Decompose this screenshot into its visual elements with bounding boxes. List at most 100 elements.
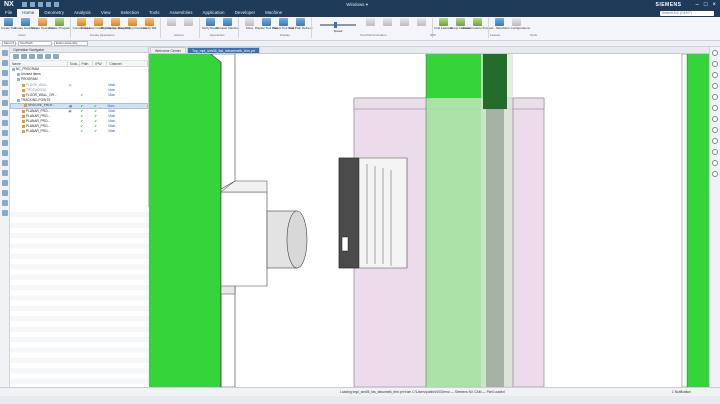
roles-icon[interactable] (1, 100, 8, 106)
speed-slider[interactable]: Speed (318, 20, 358, 33)
render-style-icon[interactable] (712, 105, 718, 111)
column-header-4[interactable]: Channel (107, 61, 148, 66)
view-pan-icon[interactable] (712, 83, 718, 89)
geometry-icon[interactable] (1, 180, 8, 186)
redo-icon[interactable] (37, 2, 43, 7)
layer-icon[interactable] (1, 200, 8, 206)
history-icon[interactable] (1, 90, 8, 96)
machine-icon[interactable] (1, 80, 8, 86)
maximize-icon[interactable]: □ (704, 2, 708, 8)
ribbon-icon-19 (400, 18, 409, 26)
tab-assemblies[interactable]: Assemblies (165, 9, 198, 17)
view-fit-icon[interactable] (712, 50, 718, 56)
tool-view-icon[interactable] (21, 54, 27, 59)
undo-icon[interactable] (29, 2, 35, 7)
feature-icon[interactable] (1, 190, 8, 196)
tab-application[interactable]: Application (198, 9, 230, 17)
settings-icon[interactable] (712, 171, 718, 177)
document-tab[interactable]: Welcome Center (150, 47, 187, 53)
ribbon-icon-21 (439, 18, 448, 26)
type-filter[interactable]: Tool Path (18, 41, 52, 46)
ribbon-icon-15 (279, 18, 288, 26)
view-orient-icon[interactable] (712, 94, 718, 100)
ribbon-button-20[interactable] (414, 18, 429, 27)
ribbon-label: More Configurations (503, 26, 531, 30)
lighting-icon[interactable] (712, 127, 718, 133)
ipw-icon[interactable] (1, 150, 8, 156)
navigator-empty-rows (10, 207, 149, 393)
snap-icon[interactable] (712, 160, 718, 166)
save-icon[interactable] (21, 2, 27, 7)
ribbon-button-9[interactable] (164, 18, 179, 27)
ribbon-icon-7 (128, 18, 137, 26)
search-input[interactable]: Search NX (Ctrl+F) (660, 10, 714, 16)
tab-tools[interactable]: Tools (144, 9, 165, 17)
copy-icon[interactable] (53, 2, 59, 7)
view-zoom-icon[interactable] (712, 61, 718, 67)
measure-icon[interactable] (712, 149, 718, 155)
green-part-core (426, 54, 486, 387)
ribbon-button-10[interactable] (181, 18, 196, 27)
column-header-0[interactable]: Name (10, 61, 68, 66)
ribbon-button-16[interactable]: Tool Path Refresh (289, 18, 312, 30)
method-icon[interactable] (1, 170, 8, 176)
ribbon-label: Cavity Mill (142, 26, 157, 30)
tab-developer[interactable]: Developer (230, 9, 261, 17)
ribbon-button-21[interactable]: Find Features (434, 18, 453, 30)
ribbon-button-19[interactable] (397, 18, 412, 27)
ribbon-button-3[interactable]: Create Program (49, 18, 70, 30)
help-icon[interactable] (1, 210, 8, 216)
ribbon-label: Show (245, 26, 254, 30)
tab-file[interactable]: File (0, 9, 17, 17)
method-view-icon[interactable] (37, 54, 43, 59)
column-header-3[interactable]: IPW (93, 61, 108, 66)
tool-icon[interactable] (1, 160, 8, 166)
navigator-icon[interactable] (1, 50, 8, 56)
tab-home[interactable]: Home (17, 9, 40, 17)
ribbon-button-7[interactable]: Rest Milling Flowlines (118, 18, 147, 30)
part-icon[interactable] (1, 70, 8, 76)
geometry-view-icon[interactable] (29, 54, 35, 59)
tab-selection[interactable]: Selection (116, 9, 145, 17)
process-icon[interactable] (1, 140, 8, 146)
tab-view[interactable]: View (96, 9, 116, 17)
ribbon-button-8[interactable]: Cavity Mill (142, 18, 157, 30)
ribbon-button-2[interactable]: Create Operation (31, 18, 54, 30)
menu-button[interactable]: Menu ▾ (2, 41, 16, 46)
view-rotate-icon[interactable] (712, 72, 718, 78)
ribbon-button-23[interactable]: Create Feature Process (462, 18, 493, 30)
reuse-icon[interactable] (1, 130, 8, 136)
tree-row[interactable]: PLANAR_PRO... ✔ ✔ Main (10, 129, 148, 134)
speed-label: Speed (333, 29, 343, 33)
column-header-2[interactable]: Path (80, 61, 94, 66)
assembly-icon[interactable] (1, 60, 8, 66)
expand-icon[interactable] (53, 54, 59, 59)
cut-icon[interactable] (45, 2, 51, 7)
window-menu[interactable]: Windows ▾ (346, 2, 368, 8)
column-header-1[interactable]: Toolc... (68, 61, 80, 66)
ribbon-button-12[interactable]: Simulate Machine (216, 18, 239, 30)
ribbon-button-18[interactable] (380, 18, 395, 27)
filter-icon[interactable] (45, 54, 51, 59)
background-icon[interactable] (712, 138, 718, 144)
program-view-icon[interactable] (13, 54, 19, 59)
web-icon[interactable] (1, 110, 8, 116)
operation-icon (22, 125, 25, 129)
model-view[interactable] (149, 54, 709, 387)
close-icon[interactable]: × (712, 2, 716, 8)
minimize-icon[interactable]: – (696, 2, 699, 8)
tab-analysis[interactable]: Analysis (69, 9, 96, 17)
assembly-filter[interactable]: Entire Assembly (54, 41, 88, 46)
ribbon-button-17[interactable] (363, 18, 378, 27)
operation-navigator: Operation Navigator Name Toolc... Path IPW C… (10, 47, 149, 395)
green-fixture-left (149, 54, 221, 387)
section-icon[interactable] (712, 116, 718, 122)
ribbon-label: Simulate Machine (215, 26, 240, 30)
document-tab[interactable]: Top_mpl_sim05_fas_mtsoemelk_trim.prt (187, 47, 260, 53)
library-icon[interactable] (1, 120, 8, 126)
tab-machine[interactable]: Machine (260, 9, 287, 17)
tree-row[interactable]: TRACKING-POINTS (10, 98, 148, 103)
graphics-window[interactable] (149, 54, 709, 387)
tab-geometry[interactable]: Geometry (39, 9, 69, 17)
ribbon-button-25[interactable]: More Configurations (503, 18, 530, 30)
